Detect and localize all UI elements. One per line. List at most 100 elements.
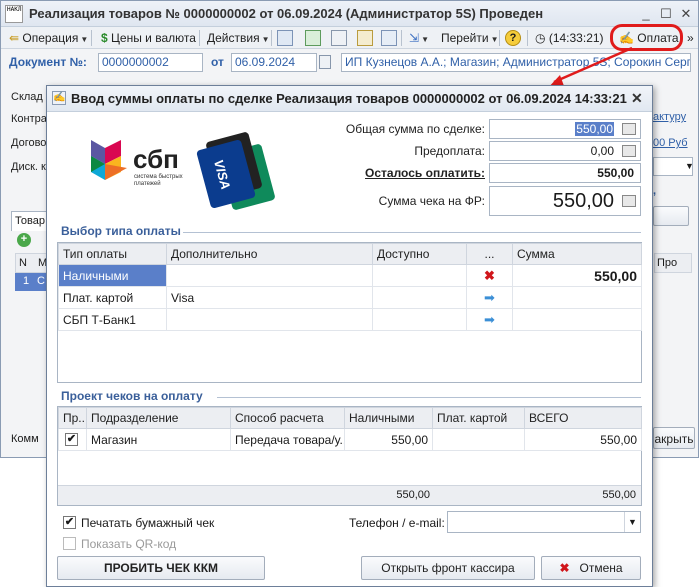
prices-currency-button[interactable]: $ Цены и валюта <box>97 29 200 47</box>
payment-type-cell[interactable]: СБП Т-Банк1 <box>58 308 167 331</box>
extra-cell[interactable]: Visa <box>166 286 373 309</box>
prepay-value: 0,00 <box>590 144 614 158</box>
col-card: Плат. картой <box>432 407 525 429</box>
toolbar-more[interactable]: » <box>683 29 698 47</box>
goto-menu[interactable]: Перейти ▼ <box>437 29 502 47</box>
payment-row-sbp[interactable]: СБП Т-Банк1 ➡ <box>58 308 642 331</box>
division-cell[interactable]: Магазин <box>86 428 231 451</box>
calculator-icon[interactable] <box>622 123 636 135</box>
payment-type-cell[interactable]: Плат. картой <box>58 286 167 309</box>
checks-footer: 550,00 550,00 <box>58 485 641 505</box>
sum-cell[interactable] <box>512 286 642 309</box>
open-front-button[interactable]: Открыть фронт кассира <box>361 556 535 580</box>
total-field[interactable]: 550,00 <box>489 119 641 139</box>
prices-label: Цены и валюта <box>111 31 196 45</box>
print-icon: ⇲ <box>409 31 420 45</box>
col-payment-type: Тип оплаты <box>58 243 167 265</box>
sum-cell[interactable] <box>512 308 642 331</box>
dialog-titlebar: ✍ Ввод суммы оплаты по сделке Реализация… <box>47 86 652 112</box>
payment-row-cash[interactable]: Наличными ✖ 550,00 <box>58 264 642 287</box>
print-kkm-button[interactable]: ПРОБИТЬ ЧЕК ККМ <box>57 556 265 580</box>
date-from-label: от <box>211 55 224 69</box>
operation-icon: ⇚ <box>9 31 20 45</box>
close-button-bg[interactable]: акрыть <box>653 427 695 449</box>
payment-row-card[interactable]: Плат. картой Visa ➡ <box>58 286 642 309</box>
counterparty-label: Контра <box>11 113 47 125</box>
calculator-icon[interactable] <box>622 195 636 207</box>
row-number: 1 <box>23 275 30 287</box>
extra-cell[interactable] <box>166 264 373 287</box>
phone-label: Телефон / e-mail: <box>349 516 445 530</box>
chevron-down-icon: ▼ <box>261 35 270 44</box>
move-icon[interactable] <box>277 30 293 46</box>
col-sum: Сумма <box>512 243 642 265</box>
extra-cell[interactable] <box>166 308 373 331</box>
post-icon[interactable] <box>357 30 373 46</box>
card-cell[interactable] <box>432 428 525 451</box>
actions-menu[interactable]: Действия ▼ <box>203 29 274 47</box>
payment-dialog: ✍ Ввод суммы оплаты по сделке Реализация… <box>46 85 653 587</box>
prepay-label: Предоплата: <box>414 144 485 158</box>
check-print-cell[interactable]: ✔ <box>58 428 87 451</box>
sbp-logo-subtitle: система быстрых платежей <box>134 174 183 187</box>
toolbar-divider <box>499 30 500 46</box>
calendar-icon[interactable] <box>319 55 331 69</box>
col-cash: Наличными <box>344 407 433 429</box>
payment-type-cell[interactable]: Наличными <box>58 264 167 287</box>
col-method: Способ расчета <box>230 407 345 429</box>
chevron-down-icon[interactable]: ▼ <box>624 512 640 532</box>
print-menu[interactable]: ⇲ ▼ <box>405 29 433 47</box>
date-field[interactable]: 06.09.2024 <box>231 53 317 72</box>
document-number-field[interactable]: 0000000002 <box>98 53 203 72</box>
add-row-icon[interactable]: + <box>17 233 31 247</box>
calculator-icon[interactable] <box>622 145 636 157</box>
sum-link[interactable]: 00 Руб <box>653 137 688 149</box>
document-number-label: Документ №: <box>9 55 87 69</box>
method-cell[interactable]: Передача товара/у... <box>230 428 345 451</box>
dialog-close-icon[interactable]: ✕ <box>631 90 643 107</box>
minimize-icon[interactable]: _ <box>637 5 655 22</box>
background-button[interactable] <box>653 206 689 226</box>
col-action: ... <box>466 243 513 265</box>
add-payment-arrow-icon[interactable]: ➡ <box>466 308 513 331</box>
invoice-link[interactable]: актуру <box>653 111 686 123</box>
cancel-label: Отмена <box>579 561 623 575</box>
phone-email-field[interactable]: ▼ <box>447 511 641 533</box>
cancel-button[interactable]: ✖ Отмена <box>541 556 641 580</box>
footer-total: 550,00 <box>602 489 636 501</box>
show-qr-checkbox[interactable] <box>63 537 76 550</box>
help-icon[interactable]: ? <box>505 30 521 46</box>
col-division: Подразделение <box>86 407 231 429</box>
structure-icon[interactable] <box>381 30 397 46</box>
check-print-checkbox[interactable]: ✔ <box>65 433 78 446</box>
maximize-icon[interactable]: ☐ <box>657 5 675 22</box>
checks-grid: Пр... Подразделение Способ расчета Налич… <box>57 406 642 506</box>
toolbar-divider <box>199 30 200 46</box>
print-paper-checkbox[interactable]: ✔ <box>63 516 76 529</box>
col-total: ВСЕГО <box>524 407 642 429</box>
check-row[interactable]: ✔ Магазин Передача товара/у... 550,00 55… <box>58 428 642 451</box>
background-grid-row[interactable]: 1 С <box>15 273 47 291</box>
total-cell[interactable]: 550,00 <box>524 428 642 451</box>
comment-label: Комм <box>11 433 39 445</box>
fr-field[interactable]: 550,00 <box>489 186 641 216</box>
sum-cell[interactable]: 550,00 <box>512 264 642 287</box>
prepay-field[interactable]: 0,00 <box>489 141 641 161</box>
col-available: Доступно <box>372 243 467 265</box>
refresh-icon[interactable] <box>305 30 321 46</box>
window-title: Реализация товаров № 0000000002 от 06.09… <box>29 6 544 21</box>
close-label: акрыть <box>654 432 694 446</box>
background-grid-header: N М <box>15 253 47 273</box>
goods-tab[interactable]: Товар <box>11 211 49 231</box>
sbp-logo-icon <box>91 140 127 180</box>
background-col-pro: Про <box>654 253 692 273</box>
add-payment-arrow-icon[interactable]: ➡ <box>466 286 513 309</box>
remove-payment-icon[interactable]: ✖ <box>466 264 513 287</box>
background-text: , <box>653 185 657 197</box>
operation-menu[interactable]: ⇚ Операция ▼ <box>5 29 92 47</box>
cancel-icon: ✖ <box>559 561 570 575</box>
chevron-down-icon: ▼ <box>685 161 694 171</box>
cash-cell[interactable]: 550,00 <box>344 428 433 451</box>
close-window-icon[interactable]: ✕ <box>677 5 695 22</box>
document-icon[interactable] <box>331 30 347 46</box>
